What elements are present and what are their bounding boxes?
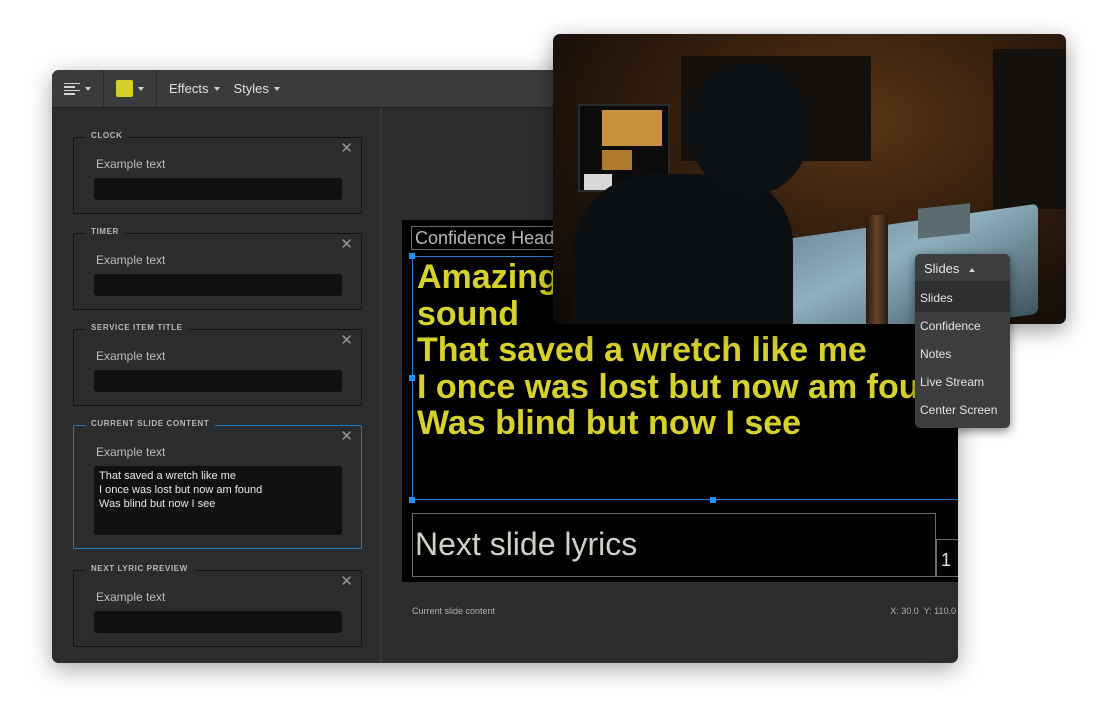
- field-service-item-title: SERVICE ITEM TITLE ✕ Example text: [73, 323, 362, 406]
- screen-dropdown-toggle[interactable]: Slides: [915, 254, 1010, 284]
- fields-panel: CLOCK ✕ Example text TIMER ✕ Example tex…: [52, 108, 382, 663]
- field-legend: CLOCK: [86, 131, 129, 140]
- coordinates-readout: X: 30.0 Y: 110.0: [890, 606, 956, 616]
- console-screen: [918, 203, 970, 239]
- chevron-down-icon: [213, 86, 220, 91]
- resize-handle[interactable]: [409, 497, 415, 503]
- styles-menu-label: Styles: [233, 81, 269, 96]
- dropdown-option-live-stream[interactable]: Live Stream: [915, 368, 1010, 396]
- close-icon[interactable]: ✕: [340, 429, 353, 444]
- field-label: Example text: [96, 349, 166, 363]
- close-icon[interactable]: ✕: [340, 574, 353, 589]
- screen-dropdown: Slides Slides Confidence Notes Live Stre…: [915, 254, 1010, 428]
- chevron-up-icon: [969, 267, 976, 272]
- field-timer: TIMER ✕ Example text: [73, 227, 362, 310]
- dropdown-current: Slides: [924, 261, 960, 276]
- close-icon[interactable]: ✕: [340, 333, 353, 348]
- dropdown-option-slides[interactable]: Slides: [915, 284, 1010, 312]
- field-legend: TIMER: [86, 227, 125, 236]
- next-slide-box[interactable]: Next slide lyrics: [412, 513, 936, 577]
- selected-element-label: Current slide content: [412, 606, 496, 616]
- chevron-down-icon: [138, 86, 144, 91]
- slide-counter[interactable]: 1: [936, 539, 958, 577]
- person-silhouette: [573, 174, 793, 324]
- field-label: Example text: [96, 157, 166, 171]
- dropdown-option-notes[interactable]: Notes: [915, 340, 1010, 368]
- dropdown-option-confidence[interactable]: Confidence: [915, 312, 1010, 340]
- field-next-lyric-preview: NEXT LYRIC PREVIEW ✕ Example text: [73, 564, 362, 647]
- menu-group: Effects Styles: [157, 70, 306, 107]
- dropdown-option-center-screen[interactable]: Center Screen: [915, 396, 1010, 424]
- wall-panel: [993, 49, 1066, 209]
- chevron-down-icon: [273, 86, 280, 91]
- water-bottle: [866, 215, 888, 324]
- current-slide-content-input[interactable]: [94, 466, 342, 535]
- field-label: Example text: [96, 590, 166, 604]
- close-icon[interactable]: ✕: [340, 237, 353, 252]
- effects-menu-label: Effects: [169, 81, 209, 96]
- resize-handle[interactable]: [409, 375, 415, 381]
- text-color-button[interactable]: [104, 70, 157, 107]
- text-align-button[interactable]: [52, 70, 104, 107]
- resize-handle[interactable]: [409, 253, 415, 259]
- field-current-slide-content: CURRENT SLIDE CONTENT ✕ Example text: [73, 419, 362, 549]
- service-item-title-input[interactable]: [94, 370, 342, 392]
- chevron-down-icon: [85, 86, 91, 91]
- field-legend: SERVICE ITEM TITLE: [86, 323, 189, 332]
- color-swatch: [116, 80, 133, 97]
- next-lyric-preview-input[interactable]: [94, 611, 342, 633]
- effects-menu[interactable]: Effects: [169, 81, 220, 96]
- clock-input[interactable]: [94, 178, 342, 200]
- resize-handle[interactable]: [710, 497, 716, 503]
- close-icon[interactable]: ✕: [340, 141, 353, 156]
- timer-input[interactable]: [94, 274, 342, 296]
- field-clock: CLOCK ✕ Example text: [73, 131, 362, 214]
- field-legend: CURRENT SLIDE CONTENT: [86, 419, 216, 428]
- person-head: [688, 64, 808, 194]
- align-left-icon: [64, 82, 80, 95]
- styles-menu[interactable]: Styles: [234, 81, 280, 96]
- field-label: Example text: [96, 253, 166, 267]
- field-legend: NEXT LYRIC PREVIEW: [86, 564, 194, 573]
- field-label: Example text: [96, 445, 166, 459]
